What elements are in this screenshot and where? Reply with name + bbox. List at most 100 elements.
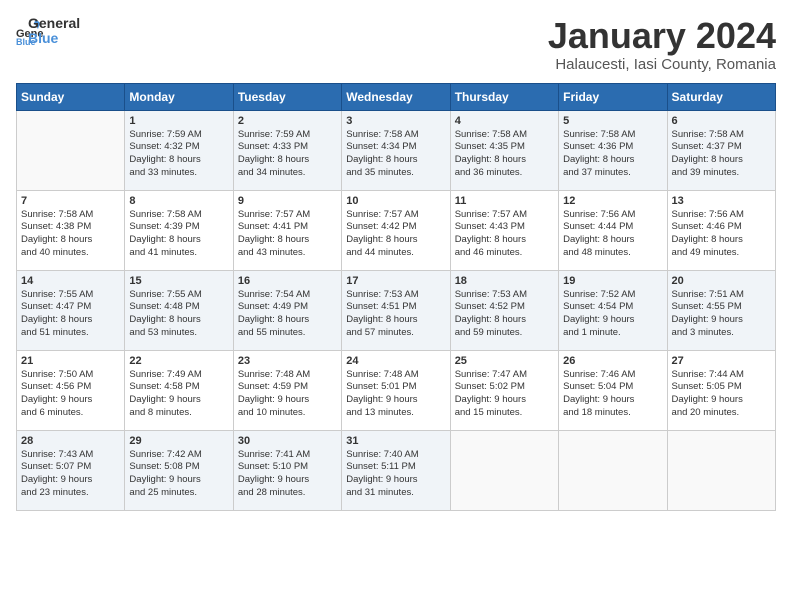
logo: General Blue General Blue	[16, 16, 80, 47]
calendar-day-cell: 4Sunrise: 7:58 AMSunset: 4:35 PMDaylight…	[450, 110, 558, 190]
weekday-header-cell: Tuesday	[233, 83, 341, 110]
calendar-week-row: 1Sunrise: 7:59 AMSunset: 4:32 PMDaylight…	[17, 110, 776, 190]
day-info: Sunrise: 7:42 AMSunset: 5:08 PMDaylight:…	[129, 449, 228, 500]
day-number: 2	[238, 115, 337, 127]
day-number: 9	[238, 195, 337, 207]
calendar-day-cell: 11 Sunrise: 7:57 AMSunset: 4:43 PMDayligh…	[450, 190, 558, 270]
day-number: 8	[129, 195, 228, 207]
calendar-day-cell: 25 Sunrise: 7:47 AMSunset: 5:02 PMDayligh…	[450, 350, 558, 430]
calendar-day-cell: 21 Sunrise: 7:50 AMSunset: 4:56 PMDayligh…	[17, 350, 125, 430]
weekday-header-cell: Sunday	[17, 83, 125, 110]
day-info: Sunrise: 7:55 AMSunset: 4:47 PMDaylight:…	[21, 289, 120, 340]
day-info: Sunrise: 7:43 AMSunset: 5:07 PMDaylight:…	[21, 449, 120, 500]
day-number: 29	[129, 435, 228, 447]
calendar-day-cell: 5Sunrise: 7:58 AMSunset: 4:36 PMDaylight…	[559, 110, 667, 190]
day-number: 27	[672, 355, 771, 367]
calendar-week-row: 7 Sunrise: 7:58 AMSunset: 4:38 PMDaylight…	[17, 190, 776, 270]
day-number: 23	[238, 355, 337, 367]
calendar-day-cell: 20 Sunrise: 7:51 AMSunset: 4:55 PMDayligh…	[667, 270, 775, 350]
weekday-header-row: SundayMondayTuesdayWednesdayThursdayFrid…	[17, 83, 776, 110]
calendar-day-cell: 6Sunrise: 7:58 AMSunset: 4:37 PMDaylight…	[667, 110, 775, 190]
calendar-day-cell: 24 Sunrise: 7:48 AMSunset: 5:01 PMDayligh…	[342, 350, 450, 430]
day-info: Sunrise: 7:54 AMSunset: 4:49 PMDaylight:…	[238, 289, 337, 340]
month-title: January 2024	[548, 16, 776, 56]
day-info: Sunrise: 7:59 AMSunset: 4:33 PMDaylight:…	[238, 129, 337, 180]
weekday-header-cell: Thursday	[450, 83, 558, 110]
day-number: 4	[455, 115, 554, 127]
day-number: 6	[672, 115, 771, 127]
calendar-day-cell: 17 Sunrise: 7:53 AMSunset: 4:51 PMDayligh…	[342, 270, 450, 350]
calendar-day-cell: 19Sunrise: 7:52 AMSunset: 4:54 PMDayligh…	[559, 270, 667, 350]
calendar-day-cell: 8 Sunrise: 7:58 AMSunset: 4:39 PMDaylight…	[125, 190, 233, 270]
day-number: 28	[21, 435, 120, 447]
day-number: 20	[672, 275, 771, 287]
day-info: Sunrise: 7:57 AMSunset: 4:42 PMDaylight:…	[346, 209, 445, 260]
weekday-header-cell: Friday	[559, 83, 667, 110]
day-number: 30	[238, 435, 337, 447]
calendar-day-cell	[667, 430, 775, 510]
calendar-day-cell: 30 Sunrise: 7:41 AMSunset: 5:10 PMDayligh…	[233, 430, 341, 510]
day-info: Sunrise: 7:57 AMSunset: 4:41 PMDaylight:…	[238, 209, 337, 260]
calendar-table: SundayMondayTuesdayWednesdayThursdayFrid…	[16, 83, 776, 511]
calendar-day-cell: 27 Sunrise: 7:44 AMSunset: 5:05 PMDayligh…	[667, 350, 775, 430]
day-info: Sunrise: 7:56 AMSunset: 4:46 PMDaylight:…	[672, 209, 771, 260]
calendar-day-cell: 7 Sunrise: 7:58 AMSunset: 4:38 PMDaylight…	[17, 190, 125, 270]
day-number: 3	[346, 115, 445, 127]
day-number: 7	[21, 195, 120, 207]
day-info: Sunrise: 7:44 AMSunset: 5:05 PMDaylight:…	[672, 369, 771, 420]
calendar-day-cell: 12 Sunrise: 7:56 AMSunset: 4:44 PMDayligh…	[559, 190, 667, 270]
title-area: January 2024 Halaucesti, Iasi County, Ro…	[548, 16, 776, 73]
day-info: Sunrise: 7:55 AMSunset: 4:48 PMDaylight:…	[129, 289, 228, 340]
calendar-day-cell: 23Sunrise: 7:48 AMSunset: 4:59 PMDayligh…	[233, 350, 341, 430]
day-number: 24	[346, 355, 445, 367]
day-info: Sunrise: 7:58 AMSunset: 4:39 PMDaylight:…	[129, 209, 228, 260]
logo-text-general: General	[28, 16, 80, 31]
calendar-day-cell: 9 Sunrise: 7:57 AMSunset: 4:41 PMDaylight…	[233, 190, 341, 270]
day-info: Sunrise: 7:56 AMSunset: 4:44 PMDaylight:…	[563, 209, 662, 260]
day-info: Sunrise: 7:51 AMSunset: 4:55 PMDaylight:…	[672, 289, 771, 340]
day-info: Sunrise: 7:49 AMSunset: 4:58 PMDaylight:…	[129, 369, 228, 420]
day-number: 17	[346, 275, 445, 287]
day-info: Sunrise: 7:57 AMSunset: 4:43 PMDaylight:…	[455, 209, 554, 260]
day-number: 11	[455, 195, 554, 207]
day-info: Sunrise: 7:46 AMSunset: 5:04 PMDaylight:…	[563, 369, 662, 420]
day-info: Sunrise: 7:47 AMSunset: 5:02 PMDaylight:…	[455, 369, 554, 420]
day-number: 13	[672, 195, 771, 207]
day-info: Sunrise: 7:48 AMSunset: 5:01 PMDaylight:…	[346, 369, 445, 420]
calendar-body: 1Sunrise: 7:59 AMSunset: 4:32 PMDaylight…	[17, 110, 776, 510]
calendar-day-cell: 13 Sunrise: 7:56 AMSunset: 4:46 PMDayligh…	[667, 190, 775, 270]
day-info: Sunrise: 7:58 AMSunset: 4:34 PMDaylight:…	[346, 129, 445, 180]
day-number: 18	[455, 275, 554, 287]
calendar-day-cell: 18 Sunrise: 7:53 AMSunset: 4:52 PMDayligh…	[450, 270, 558, 350]
calendar-day-cell: 15Sunrise: 7:55 AMSunset: 4:48 PMDayligh…	[125, 270, 233, 350]
day-number: 21	[21, 355, 120, 367]
day-info: Sunrise: 7:58 AMSunset: 4:38 PMDaylight:…	[21, 209, 120, 260]
day-info: Sunrise: 7:50 AMSunset: 4:56 PMDaylight:…	[21, 369, 120, 420]
weekday-header-cell: Wednesday	[342, 83, 450, 110]
day-number: 22	[129, 355, 228, 367]
day-number: 10	[346, 195, 445, 207]
weekday-header-cell: Monday	[125, 83, 233, 110]
calendar-day-cell: 14 Sunrise: 7:55 AMSunset: 4:47 PMDayligh…	[17, 270, 125, 350]
calendar-day-cell	[17, 110, 125, 190]
day-info: Sunrise: 7:40 AMSunset: 5:11 PMDaylight:…	[346, 449, 445, 500]
calendar-day-cell: 10 Sunrise: 7:57 AMSunset: 4:42 PMDayligh…	[342, 190, 450, 270]
calendar-day-cell: 22 Sunrise: 7:49 AMSunset: 4:58 PMDayligh…	[125, 350, 233, 430]
day-number: 14	[21, 275, 120, 287]
day-number: 16	[238, 275, 337, 287]
calendar-week-row: 21 Sunrise: 7:50 AMSunset: 4:56 PMDayligh…	[17, 350, 776, 430]
calendar-week-row: 14 Sunrise: 7:55 AMSunset: 4:47 PMDayligh…	[17, 270, 776, 350]
calendar-day-cell	[559, 430, 667, 510]
calendar-day-cell: 3 Sunrise: 7:58 AMSunset: 4:34 PMDaylight…	[342, 110, 450, 190]
calendar-day-cell: 26 Sunrise: 7:46 AMSunset: 5:04 PMDayligh…	[559, 350, 667, 430]
day-number: 26	[563, 355, 662, 367]
day-info: Sunrise: 7:53 AMSunset: 4:51 PMDaylight:…	[346, 289, 445, 340]
day-number: 19	[563, 275, 662, 287]
calendar-day-cell: 31Sunrise: 7:40 AMSunset: 5:11 PMDayligh…	[342, 430, 450, 510]
day-number: 25	[455, 355, 554, 367]
day-info: Sunrise: 7:53 AMSunset: 4:52 PMDaylight:…	[455, 289, 554, 340]
day-info: Sunrise: 7:41 AMSunset: 5:10 PMDaylight:…	[238, 449, 337, 500]
day-number: 12	[563, 195, 662, 207]
weekday-header-cell: Saturday	[667, 83, 775, 110]
day-info: Sunrise: 7:59 AMSunset: 4:32 PMDaylight:…	[129, 129, 228, 180]
